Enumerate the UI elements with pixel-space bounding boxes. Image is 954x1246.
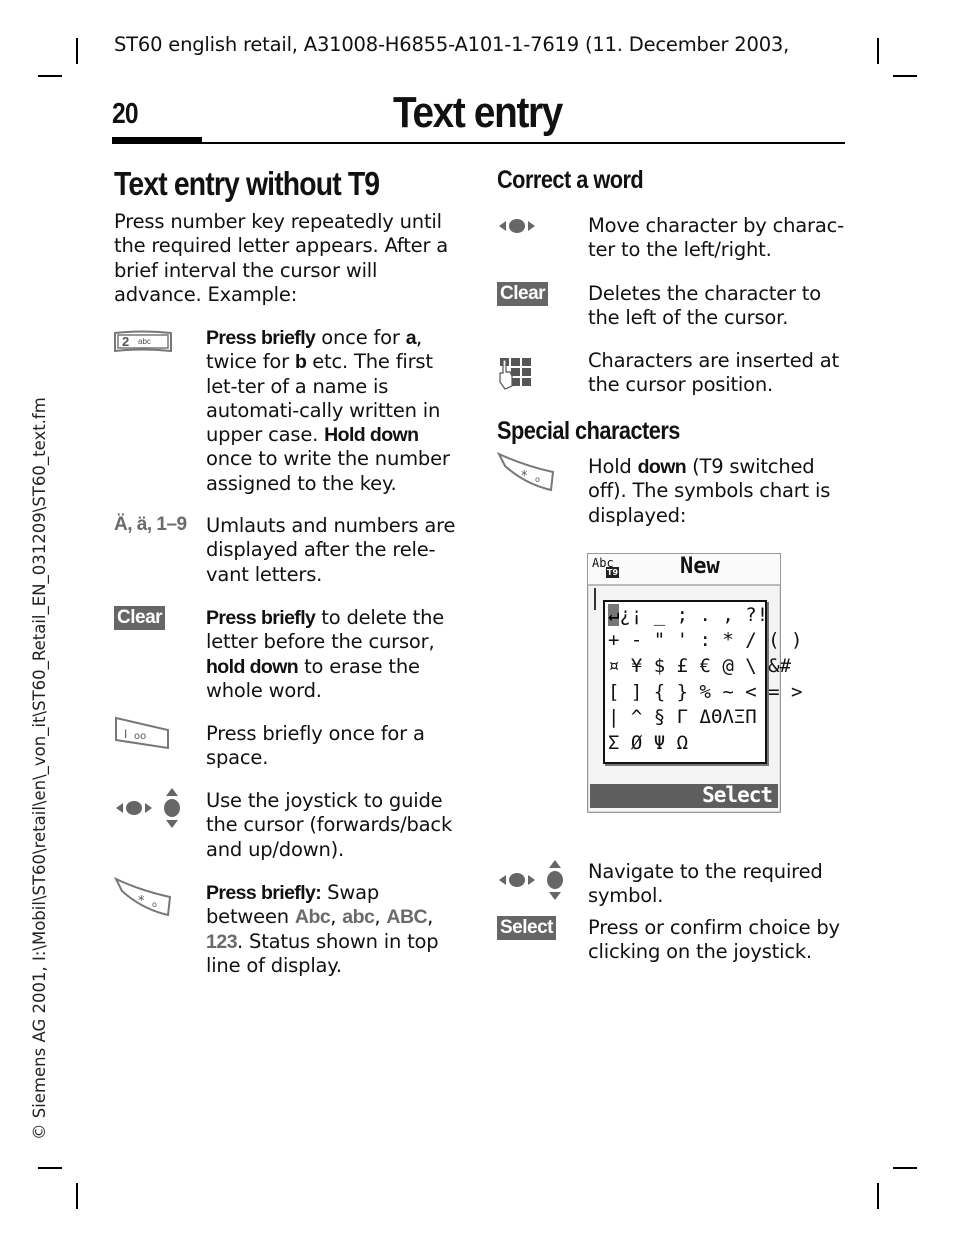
svg-text:abc: abc xyxy=(138,337,151,346)
key-star-icon: * o xyxy=(496,451,557,496)
key-star-icon: * o xyxy=(113,876,174,921)
item-description: Press briefly once for a space. xyxy=(206,722,425,770)
svg-text:*: * xyxy=(138,894,145,909)
intro-paragraph: Press number key repeatedly until the re… xyxy=(114,210,449,306)
text-run: . Status shown in top line of display. xyxy=(206,929,439,977)
svg-text:2: 2 xyxy=(122,334,129,349)
highlighted-symbol[interactable]: ↵ xyxy=(608,604,620,626)
crop-mark xyxy=(893,1167,917,1169)
crop-mark xyxy=(877,1183,879,1209)
emphasis-text: b xyxy=(294,351,307,374)
joystick-left-right-icon xyxy=(497,215,541,241)
emphasis-text: Hold down xyxy=(324,424,419,447)
symbol-row[interactable]: ¤ ¥ $ £ € @ \ &# xyxy=(608,655,791,677)
emphasis-text: Press briefly xyxy=(206,607,316,629)
item-description: Press briefly to delete the letter befor… xyxy=(206,606,464,703)
emphasis-text: down xyxy=(637,456,687,478)
select-softkey-label[interactable]: Select xyxy=(702,783,773,807)
emphasis-text: a xyxy=(405,327,417,349)
item-description: Press briefly once for a, twice for b et… xyxy=(206,326,464,496)
screen-title-bar: Abc T9 New xyxy=(588,554,780,586)
item-description: Characters are inserted at the cursor po… xyxy=(588,349,839,397)
t9-badge: T9 xyxy=(606,567,620,578)
page-number: 20 xyxy=(112,98,139,130)
item-description: Deletes the character to the left of the… xyxy=(588,282,821,330)
umlaut-label: Ä, ä, 1–9 xyxy=(114,514,187,535)
symbol-row-rest[interactable]: ¿¡ _ ; . , ?! xyxy=(619,604,768,626)
item-description: Use the joystick to guide the cursor (fo… xyxy=(206,789,453,861)
document-header: ST60 english retail, A31008-H6855-A101-1… xyxy=(114,33,790,56)
joystick-icon xyxy=(114,786,186,834)
item-description: Move character by charac-ter to the left… xyxy=(588,214,844,262)
joystick-icon xyxy=(497,858,569,906)
keypad-hand-icon xyxy=(497,356,533,394)
emphasis-text: Press briefly: xyxy=(206,882,322,904)
text-run: , xyxy=(330,905,343,929)
crop-mark xyxy=(893,75,917,77)
symbol-row[interactable]: + - " ' : * / ( ) xyxy=(608,629,802,651)
text-run: once for xyxy=(315,326,406,349)
item-description: Press or confirm choice by clicking on t… xyxy=(588,916,840,964)
text-cursor xyxy=(594,588,596,610)
mode-label: Abc xyxy=(294,906,331,929)
symbol-row[interactable]: [ ] { } % ~ < = > xyxy=(608,681,802,703)
symbol-row[interactable]: Σ Ø Ψ Ω xyxy=(608,732,688,754)
crop-mark xyxy=(38,75,62,77)
text-run: , xyxy=(427,905,434,929)
mode-label: ABC xyxy=(386,906,428,929)
key-1-voicemail-icon: I oo xyxy=(114,716,170,754)
clear-softkey: Clear xyxy=(114,606,166,630)
svg-text:I: I xyxy=(124,727,127,741)
header-rule xyxy=(112,142,845,144)
select-softkey: Select xyxy=(497,916,556,940)
screen-title: New xyxy=(680,554,720,579)
phone-screen-symbols-chart: Abc T9 New ↵¿¡ _ ; . , ?! + - " ' : * / … xyxy=(587,553,802,813)
sidebar-file-path: © Siemens AG 2001, I:\Mobil\ST60\retail\… xyxy=(30,397,49,1140)
crop-mark xyxy=(76,38,78,64)
subsection-heading-special: Special characters xyxy=(497,417,680,445)
crop-mark xyxy=(76,1183,78,1209)
screen-softkey-bar: Select xyxy=(590,783,778,808)
symbol-chart: ↵¿¡ _ ; . , ?! + - " ' : * / ( ) ¤ ¥ $ £… xyxy=(603,600,802,764)
svg-text:o: o xyxy=(535,475,540,484)
mode-label: abc xyxy=(342,906,375,929)
item-description: Hold down (T9 switched off). The symbols… xyxy=(588,455,846,528)
emphasis-text: hold down xyxy=(206,655,299,678)
text-run: Hold xyxy=(588,455,638,478)
item-description: Press briefly: Swap between Abc, abc, AB… xyxy=(206,881,464,978)
item-description: Navigate to the required symbol. xyxy=(588,860,823,908)
text-run: once to write the number assigned to the… xyxy=(206,447,450,495)
svg-text:oo: oo xyxy=(134,731,146,742)
svg-text:*: * xyxy=(521,469,528,484)
emphasis-text: Press briefly xyxy=(206,327,316,349)
text-run: , xyxy=(374,905,387,929)
symbol-row[interactable]: | ^ § Γ ΔΘΛΞΠ xyxy=(608,706,757,728)
section-heading: Text entry without T9 xyxy=(114,165,380,202)
crop-mark xyxy=(877,38,879,64)
clear-softkey: Clear xyxy=(497,282,549,306)
chapter-title: Text entry xyxy=(393,88,563,137)
mode-label: 123 xyxy=(206,930,238,953)
crop-mark xyxy=(38,1167,62,1169)
item-description: Umlauts and numbers are displayed after … xyxy=(206,514,456,586)
svg-text:o: o xyxy=(152,900,157,909)
key-2-abc-icon: 2 abc xyxy=(114,330,172,356)
subsection-heading-correct: Correct a word xyxy=(497,166,644,194)
symbol-row[interactable]: ↵¿¡ _ ; . , ?! xyxy=(608,604,768,626)
